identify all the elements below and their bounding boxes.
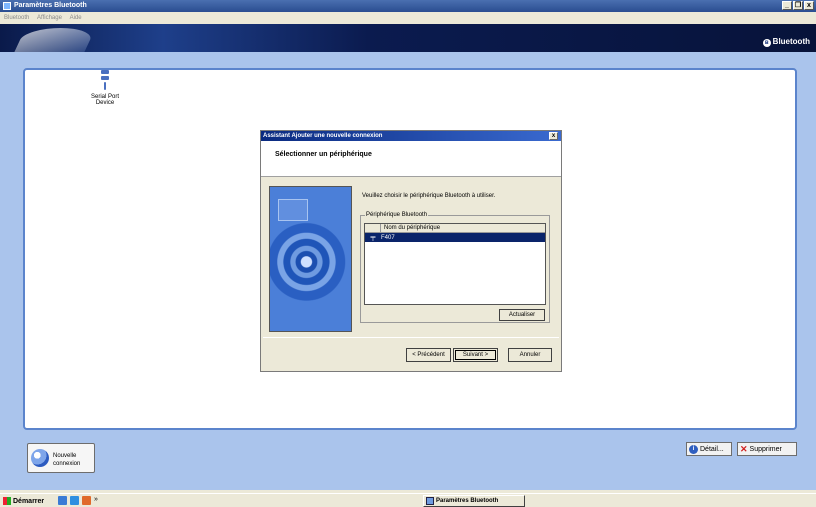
banner-swoosh	[14, 28, 96, 52]
refresh-button[interactable]: Actualiser	[499, 309, 545, 321]
dialog-heading: Sélectionner un périphérique	[275, 151, 372, 158]
new-connection-label-1: Nouvelle	[53, 453, 77, 459]
column-device-name[interactable]: Nom du périphérique	[381, 224, 440, 232]
detail-label: Détail...	[700, 445, 724, 453]
device-list[interactable]: Nom du périphérique ╤ F407	[364, 223, 546, 305]
device-group-label: Périphérique Bluetooth	[365, 212, 429, 218]
app-icon	[3, 2, 11, 10]
bluetooth-settings-icon	[426, 497, 434, 505]
media-icon[interactable]	[82, 496, 91, 505]
device-serial-port[interactable]: Serial Port Device	[80, 70, 130, 106]
dialog-close-button[interactable]: x	[549, 132, 558, 140]
minimize-button[interactable]: _	[782, 1, 792, 10]
dialog-separator	[263, 337, 559, 338]
dialog-title-bar: Assistant Ajouter une nouvelle connexion…	[261, 131, 561, 141]
device-label-line2: Device	[95, 100, 115, 106]
taskbar-item-bluetooth[interactable]: Paramètres Bluetooth	[423, 495, 525, 507]
close-button[interactable]: x	[804, 1, 814, 10]
desktop-icon[interactable]	[58, 496, 67, 505]
windows-icon	[3, 497, 11, 505]
menu-view[interactable]: Affichage	[33, 12, 64, 21]
start-button[interactable]: Démarrer	[3, 496, 44, 506]
menu-bar: Bluetooth Affichage Aide	[0, 12, 816, 24]
serial-port-icon	[99, 70, 111, 92]
delete-button[interactable]: ✕ Supprimer	[737, 442, 797, 456]
bluetooth-wizard-icon	[31, 449, 49, 467]
bluetooth-logo: ʙ Bluetooth	[762, 37, 810, 47]
previous-button[interactable]: < Précédent	[406, 348, 451, 362]
device-name: F407	[381, 234, 395, 241]
menu-help[interactable]: Aide	[66, 12, 84, 21]
cancel-button[interactable]: Annuler	[508, 348, 552, 362]
list-item[interactable]: ╤ F407	[365, 233, 545, 242]
title-bar: Paramètres Bluetooth _ ❐ x	[0, 0, 816, 12]
dialog-header: Sélectionner un périphérique	[261, 141, 561, 177]
add-connection-dialog: Assistant Ajouter une nouvelle connexion…	[260, 130, 562, 372]
next-button[interactable]: Suivant >	[453, 348, 498, 362]
banner: ʙ Bluetooth	[0, 24, 816, 52]
info-icon: i	[689, 444, 698, 454]
illustration-card	[278, 199, 308, 221]
dialog-title: Assistant Ajouter une nouvelle connexion	[263, 133, 383, 139]
new-connection-label-2: connexion	[53, 461, 81, 467]
app-window: Paramètres Bluetooth _ ❐ x Bluetooth Aff…	[0, 0, 816, 507]
serial-port-icon: ╤	[370, 234, 376, 241]
taskbar: Démarrer » Paramètres Bluetooth	[0, 493, 816, 507]
maximize-button[interactable]: ❐	[793, 1, 803, 10]
detail-button[interactable]: i Détail...	[686, 442, 732, 456]
wizard-illustration	[269, 186, 352, 332]
dialog-instruction: Veuillez choisir le périphérique Bluetoo…	[362, 193, 496, 199]
window-title: Paramètres Bluetooth	[14, 2, 87, 9]
delete-x-icon: ✕	[740, 443, 748, 454]
quick-launch: »	[58, 496, 98, 505]
delete-label: Supprimer	[749, 445, 782, 453]
new-connection-button[interactable]: Nouvelle connexion	[27, 443, 95, 473]
icon-column-header	[365, 224, 381, 232]
browser-icon[interactable]	[70, 496, 79, 505]
bluetooth-icon: ʙ	[762, 39, 771, 47]
device-list-header: Nom du périphérique	[365, 224, 545, 233]
menu-bluetooth[interactable]: Bluetooth	[0, 12, 31, 21]
more-icon[interactable]: »	[94, 496, 98, 505]
device-group: Périphérique Bluetooth Nom du périphériq…	[360, 212, 550, 323]
